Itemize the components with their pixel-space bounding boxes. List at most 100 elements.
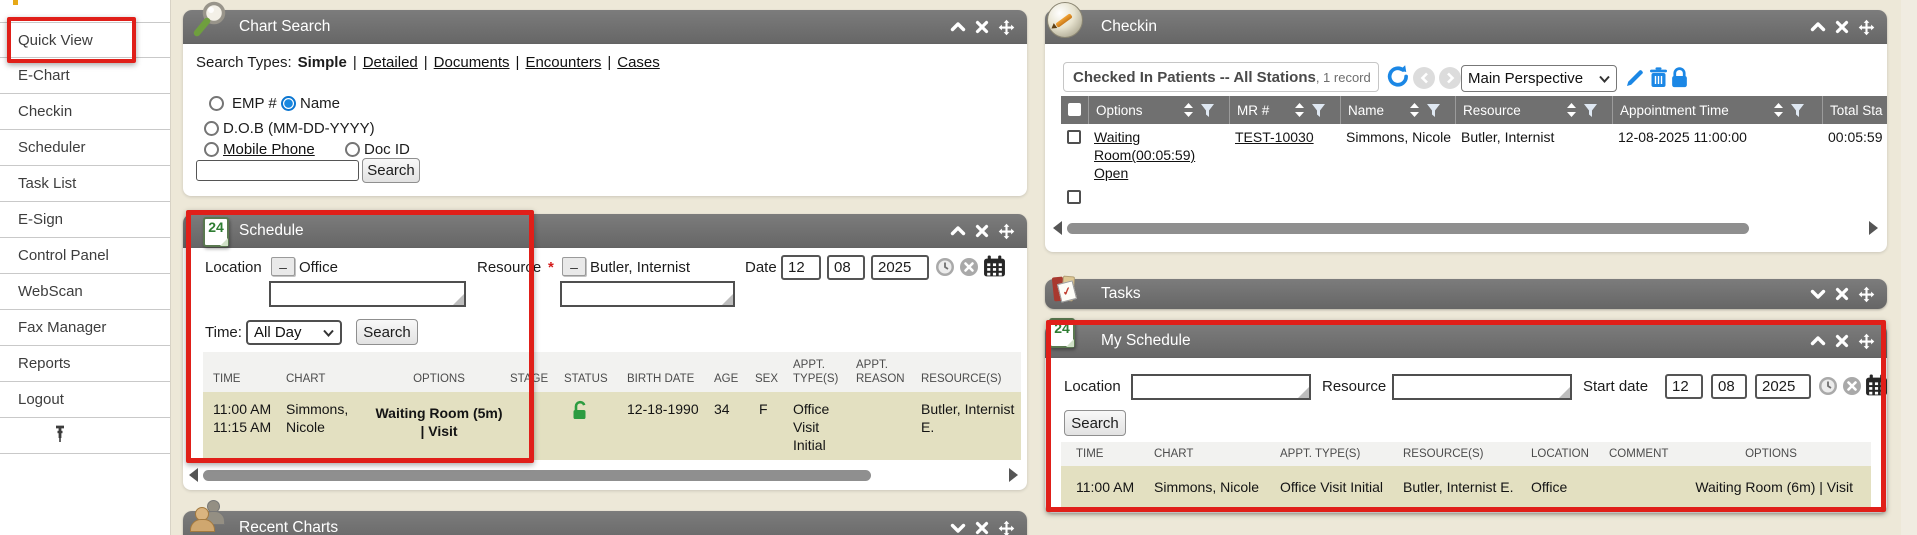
options-cell[interactable]: Waiting Room (5m) | Visit	[374, 404, 504, 440]
collapse-icon[interactable]	[1810, 20, 1826, 34]
select-all-checkbox[interactable]	[1068, 103, 1081, 116]
row-checkbox[interactable]	[1067, 130, 1081, 144]
sort-icon[interactable]	[1184, 103, 1193, 122]
emp-number-radio[interactable]	[209, 96, 224, 111]
date-year-field[interactable]: 2025	[871, 255, 929, 280]
waiting-room-link[interactable]: Waiting Room(00:05:59)	[1094, 129, 1195, 163]
search-type-documents[interactable]: Documents	[434, 54, 510, 71]
expand-icon[interactable]	[1810, 287, 1826, 301]
sidebar-item-logout[interactable]: Logout	[0, 382, 170, 418]
search-type-cases[interactable]: Cases	[617, 54, 660, 71]
close-icon[interactable]	[975, 224, 989, 238]
sidebar-item-checkin[interactable]: Checkin	[0, 94, 170, 130]
start-date-year-field[interactable]: 2025	[1755, 374, 1811, 399]
move-icon[interactable]	[1858, 286, 1875, 303]
time-select[interactable]: All Day	[246, 320, 342, 345]
sidebar-item-e-chart[interactable]: E-Chart	[0, 58, 170, 94]
sidebar-item-task-list[interactable]: Task List	[0, 166, 170, 202]
clock-icon[interactable]	[935, 257, 955, 282]
filter-icon[interactable]	[1201, 104, 1214, 122]
scroll-right-arrow[interactable]	[1009, 468, 1018, 482]
move-icon[interactable]	[998, 223, 1015, 240]
mobile-phone-radio-label[interactable]: Mobile Phone	[223, 141, 315, 158]
my-schedule-search-button[interactable]: Search	[1064, 410, 1126, 436]
start-date-day-field[interactable]: 08	[1711, 374, 1747, 399]
schedule-search-button[interactable]: Search	[356, 319, 418, 345]
move-icon[interactable]	[998, 19, 1015, 36]
collapse-icon[interactable]	[950, 224, 966, 238]
perspective-select[interactable]: Main Perspective	[1461, 65, 1617, 92]
date-month-field[interactable]: 12	[781, 255, 821, 280]
clear-date-icon[interactable]	[959, 257, 979, 282]
date-day-field[interactable]: 08	[827, 255, 865, 280]
collapse-icon[interactable]	[950, 20, 966, 34]
refresh-icon[interactable]	[1385, 64, 1411, 95]
sidebar-item-control-panel[interactable]: Control Panel	[0, 238, 170, 274]
sort-icon[interactable]	[1410, 103, 1419, 122]
scroll-right-arrow[interactable]	[1869, 221, 1878, 235]
scroll-left-arrow[interactable]	[189, 468, 198, 482]
lock-perspective-icon[interactable]	[1671, 67, 1688, 93]
close-icon[interactable]	[1835, 20, 1849, 34]
chart-search-input[interactable]	[196, 160, 359, 181]
resource-collapse-button[interactable]: –	[562, 257, 586, 276]
resource-input[interactable]	[560, 281, 735, 307]
close-icon[interactable]	[1835, 287, 1849, 301]
sidebar-item-reports[interactable]: Reports	[0, 346, 170, 382]
sidebar-item-fax-manager[interactable]: Fax Manager	[0, 310, 170, 346]
unlocked-padlock-icon[interactable]	[569, 400, 591, 427]
name-radio[interactable]	[281, 96, 296, 111]
filter-icon[interactable]	[1312, 104, 1325, 122]
search-type-detailed[interactable]: Detailed	[363, 54, 418, 71]
search-type-encounters[interactable]: Encounters	[525, 54, 601, 71]
mr-number-link[interactable]: TEST-10030	[1235, 128, 1314, 146]
location-input[interactable]	[1131, 374, 1311, 400]
expand-icon[interactable]	[950, 521, 966, 535]
filter-icon[interactable]	[1791, 104, 1804, 122]
filter-icon[interactable]	[1427, 104, 1440, 122]
search-type-simple[interactable]: Simple	[298, 54, 347, 71]
my-schedule-appointment-row[interactable]: 11:00 AM Simmons, Nicole Office Visit In…	[1061, 466, 1871, 508]
move-icon[interactable]	[1858, 19, 1875, 36]
close-icon[interactable]	[975, 521, 989, 535]
edit-perspective-icon[interactable]	[1625, 68, 1645, 93]
close-icon[interactable]	[975, 20, 989, 34]
checkin-panel: Checked In Patients -- All Stations , 1 …	[1045, 44, 1887, 252]
open-link[interactable]: Open	[1094, 164, 1128, 182]
scrollbar-thumb[interactable]	[203, 470, 871, 481]
collapse-icon[interactable]	[1810, 334, 1826, 348]
sidebar-item-quick-view[interactable]: Quick View	[0, 22, 170, 58]
sidebar-item-webscan[interactable]: WebScan	[0, 274, 170, 310]
next-perspective-icon[interactable]	[1439, 67, 1461, 89]
sidebar-item-scheduler[interactable]: Scheduler	[0, 130, 170, 166]
chart-search-button[interactable]: Search	[362, 158, 420, 183]
sidebar-item-e-sign[interactable]: E-Sign	[0, 202, 170, 238]
start-date-month-field[interactable]: 12	[1665, 374, 1703, 399]
clock-icon[interactable]	[1818, 376, 1838, 401]
move-icon[interactable]	[1858, 333, 1875, 350]
filter-icon[interactable]	[1584, 104, 1597, 122]
dob-radio[interactable]	[204, 121, 219, 136]
move-icon[interactable]	[998, 520, 1015, 535]
empty-row-checkbox[interactable]	[1067, 190, 1081, 204]
calendar-picker-icon[interactable]	[983, 255, 1006, 283]
checkin-patient-row[interactable]: Waiting Room(00:05:59) Open TEST-10030 S…	[1061, 124, 1887, 184]
delete-perspective-icon[interactable]	[1650, 67, 1667, 93]
close-icon[interactable]	[1835, 334, 1849, 348]
location-input[interactable]	[269, 281, 466, 307]
doc-id-radio[interactable]	[345, 142, 360, 157]
resource-input[interactable]	[1392, 374, 1572, 400]
sidebar-pin-button[interactable]	[0, 418, 170, 454]
sort-icon[interactable]	[1774, 103, 1783, 122]
clear-date-icon[interactable]	[1842, 376, 1862, 401]
options-cell[interactable]: Waiting Room (6m) | Visit	[1695, 478, 1853, 496]
schedule-appointment-row[interactable]: 11:00 AM11:15 AM Simmons, Nicole Waiting…	[203, 392, 1021, 460]
sort-icon[interactable]	[1295, 103, 1304, 122]
calendar-picker-icon[interactable]	[1865, 374, 1888, 402]
location-collapse-button[interactable]: –	[271, 257, 295, 276]
mobile-phone-radio[interactable]	[204, 142, 219, 157]
scroll-left-arrow[interactable]	[1053, 221, 1062, 235]
scrollbar-thumb[interactable]	[1067, 223, 1749, 234]
prev-perspective-icon[interactable]	[1413, 67, 1435, 89]
sort-icon[interactable]	[1567, 103, 1576, 122]
